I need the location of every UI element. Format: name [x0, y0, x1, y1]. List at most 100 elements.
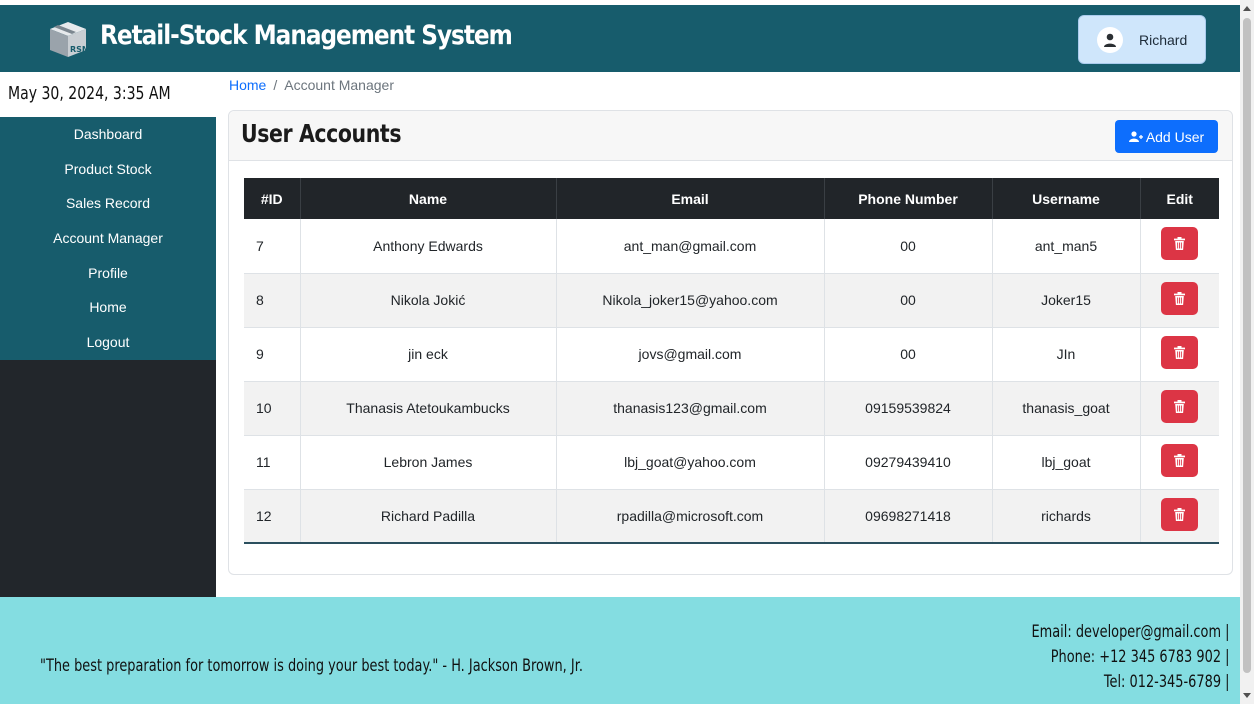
cell-id: 10: [244, 381, 301, 436]
cell-id: 11: [244, 435, 301, 490]
delete-user-button[interactable]: [1161, 443, 1199, 477]
table-row: 7 Anthony Edwards ant_man@gmail.com 00 ant_m…: [244, 219, 1219, 274]
trash-icon: [1174, 237, 1186, 250]
sidebar-item-product-stock[interactable]: Product Stock: [0, 152, 216, 187]
page-scrollbar[interactable]: [1240, 0, 1254, 704]
app-title: Retail-Stock Management System: [100, 20, 513, 51]
table-row: 11 Lebron James lbj_goat@yahoo.com 09279439…: [244, 435, 1219, 490]
page-footer: "The best preparation for tomorrow is do…: [0, 597, 1240, 704]
cell-email: thanasis123@gmail.com: [556, 381, 825, 436]
scroll-up-icon[interactable]: [1243, 6, 1251, 11]
delete-user-button[interactable]: [1161, 281, 1199, 315]
trash-icon: [1174, 399, 1186, 413]
cell-edit: [1140, 327, 1219, 382]
footer-tel: Tel: 012-345-6789 |: [1103, 672, 1229, 692]
table-row: 12 Richard Padilla rpadilla@microsoft.com 0…: [244, 489, 1219, 544]
user-circle-icon: [1097, 26, 1123, 53]
cell-phone: 09159539824: [824, 381, 993, 436]
cell-id: 8: [244, 273, 301, 328]
cell-id: 9: [244, 327, 301, 382]
cell-email: lbj_goat@yahoo.com: [556, 435, 825, 490]
col-header-phone: Phone Number: [824, 178, 993, 219]
delete-user-button[interactable]: [1161, 335, 1199, 369]
user-accounts-table: #ID Name Email Phone Number Username Edi…: [244, 178, 1219, 544]
cell-username: JIn: [992, 327, 1141, 382]
scrollbar-thumb[interactable]: [1243, 18, 1251, 673]
user-menu-button[interactable]: Richard: [1078, 15, 1206, 64]
sidebar-nav: Dashboard Product Stock Sales Record Acc…: [0, 117, 216, 360]
add-user-label: Add User: [1145, 128, 1205, 145]
cell-username: Joker15: [992, 273, 1141, 328]
cell-phone: 09279439410: [824, 435, 993, 490]
sidebar-item-dashboard[interactable]: Dashboard: [0, 117, 216, 152]
col-header-id: #ID: [244, 178, 301, 219]
user-plus-icon: [1128, 131, 1143, 142]
footer-phone: Phone: +12 345 6783 902 |: [1050, 647, 1229, 667]
col-header-name: Name: [300, 178, 557, 219]
cell-phone: 00: [824, 219, 993, 274]
cell-username: lbj_goat: [992, 435, 1141, 490]
sidebar-item-account-manager[interactable]: Account Manager: [0, 221, 216, 256]
cell-edit: [1140, 219, 1219, 274]
cell-name: jin eck: [300, 327, 557, 382]
cell-edit: [1140, 381, 1219, 436]
box-logo-icon: RSMS: [46, 19, 96, 59]
delete-user-button[interactable]: [1161, 389, 1199, 423]
footer-quote: "The best preparation for tomorrow is do…: [40, 656, 583, 676]
cell-email: ant_man@gmail.com: [556, 219, 825, 274]
table-row: 8 Nikola Jokić Nikola_joker15@yahoo.com 00 J…: [244, 273, 1219, 328]
col-header-edit: Edit: [1140, 178, 1219, 219]
trash-icon: [1174, 453, 1186, 467]
datetime-text: May 30, 2024, 3:35 AM: [8, 83, 171, 104]
sidebar-item-profile[interactable]: Profile: [0, 256, 216, 291]
cell-name: Richard Padilla: [300, 489, 557, 544]
cell-email: rpadilla@microsoft.com: [556, 489, 825, 544]
trash-icon: [1174, 507, 1186, 521]
cell-name: Thanasis Atetoukambucks: [300, 381, 557, 436]
cell-username: richards: [992, 489, 1141, 544]
cell-email: Nikola_joker15@yahoo.com: [556, 273, 825, 328]
cell-phone: 09698271418: [824, 489, 993, 544]
sidebar-item-sales-record[interactable]: Sales Record: [0, 186, 216, 221]
scroll-down-icon[interactable]: [1243, 693, 1251, 698]
cell-edit: [1140, 435, 1219, 490]
cell-username: ant_man5: [992, 219, 1141, 274]
app-header: RSMS Retail-Stock Management System Rich…: [0, 5, 1240, 72]
datetime-display: May 30, 2024, 3:35 AM: [0, 72, 216, 117]
footer-email: Email: developer@gmail.com |: [1031, 622, 1229, 642]
user-accounts-card: User Accounts Add User #ID Name Email Ph…: [228, 110, 1233, 575]
sidebar-item-logout[interactable]: Logout: [0, 325, 216, 360]
trash-icon: [1174, 291, 1186, 305]
table-header-row: #ID Name Email Phone Number Username Edi…: [244, 178, 1219, 219]
cell-phone: 00: [824, 327, 993, 382]
delete-user-button[interactable]: [1161, 227, 1199, 260]
cell-name: Nikola Jokić: [300, 273, 557, 328]
logo-text: RSMS: [70, 45, 90, 54]
sidebar-item-home[interactable]: Home: [0, 290, 216, 325]
footer-contact: Email: developer@gmail.com | Phone: +12 …: [969, 620, 1229, 695]
user-name: Richard: [1139, 31, 1188, 48]
cell-phone: 00: [824, 273, 993, 328]
cell-edit: [1140, 489, 1219, 544]
cell-name: Anthony Edwards: [300, 219, 557, 274]
cell-id: 7: [244, 219, 301, 274]
delete-user-button[interactable]: [1161, 497, 1199, 531]
col-header-email: Email: [556, 178, 825, 219]
breadcrumb-home-link[interactable]: Home: [229, 77, 266, 93]
table-row: 9 jin eck jovs@gmail.com 00 JIn: [244, 327, 1219, 382]
page-title: User Accounts: [241, 119, 402, 148]
breadcrumb-current: Account Manager: [284, 77, 394, 93]
cell-username: thanasis_goat: [992, 381, 1141, 436]
card-header: User Accounts Add User: [229, 111, 1232, 161]
add-user-button[interactable]: Add User: [1115, 120, 1218, 153]
breadcrumb: Home / Account Manager: [229, 77, 394, 93]
trash-icon: [1174, 345, 1186, 359]
breadcrumb-separator: /: [273, 77, 278, 93]
cell-id: 12: [244, 489, 301, 544]
sidebar: May 30, 2024, 3:35 AM Dashboard Product …: [0, 72, 216, 597]
table-row: 10 Thanasis Atetoukambucks thanasis123@gma…: [244, 381, 1219, 436]
cell-name: Lebron James: [300, 435, 557, 490]
col-header-username: Username: [992, 178, 1141, 219]
cell-edit: [1140, 273, 1219, 328]
cell-email: jovs@gmail.com: [556, 327, 825, 382]
